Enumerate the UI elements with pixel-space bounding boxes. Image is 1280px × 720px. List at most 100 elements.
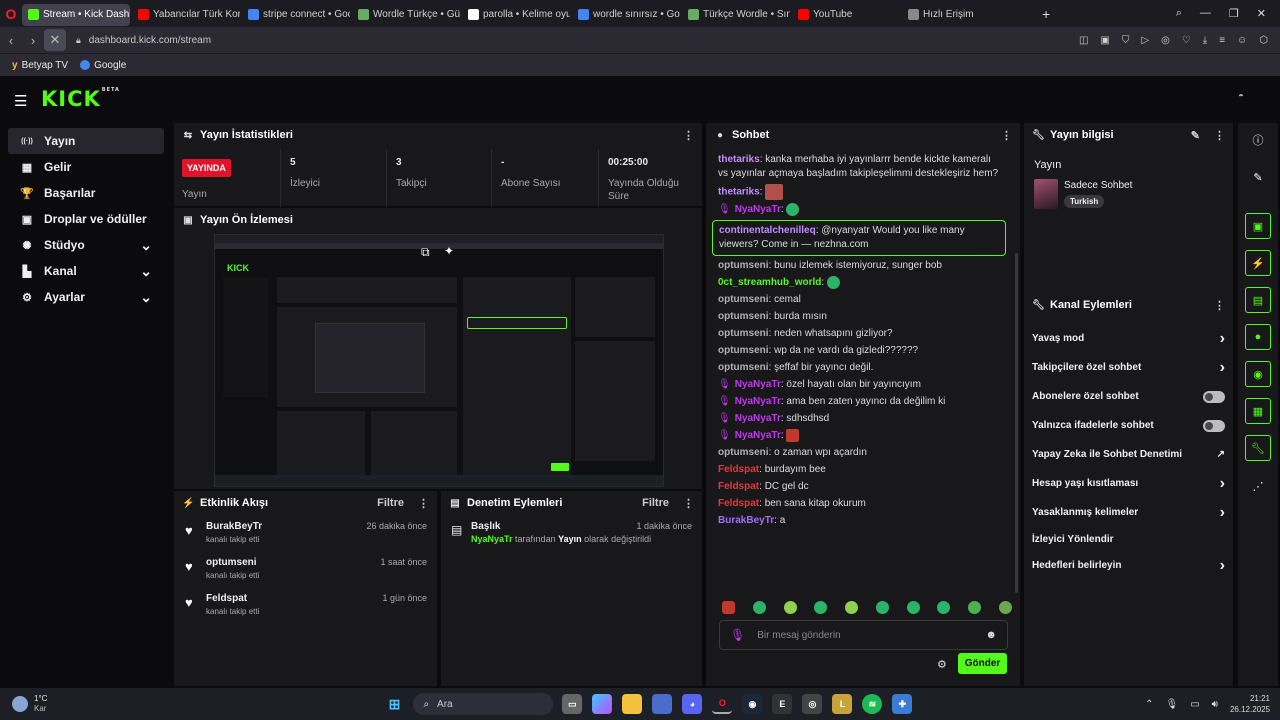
edit-icon[interactable]: ✎	[1191, 129, 1200, 142]
bookmark-google[interactable]: Google	[80, 60, 126, 71]
chat-username[interactable]: continentalchenilleq	[719, 225, 816, 236]
share-icon[interactable]: ⋰	[1245, 473, 1271, 499]
camera-icon[interactable]: ▣	[1100, 35, 1109, 46]
tag-pill[interactable]: Turkish	[1064, 195, 1105, 208]
chat-input[interactable]: 🎙︎ Bir mesaj gönderin ☻	[719, 620, 1008, 650]
heart-icon[interactable]: ♡	[1182, 35, 1191, 46]
more-options-icon[interactable]: ⋮	[1214, 129, 1225, 142]
vpn-icon[interactable]: ◎	[1161, 35, 1170, 46]
info-icon[interactable]: ⓘ	[1245, 127, 1271, 153]
edit-rail-icon[interactable]: ✎	[1245, 164, 1271, 190]
browser-tab[interactable]: Stream • Kick Dashbo	[22, 3, 130, 26]
chat-username[interactable]: Feldspat	[718, 464, 759, 475]
channel-action-item[interactable]: Yasaklanmış kelimeler ›	[1024, 498, 1233, 527]
more-options-icon[interactable]: ⋮	[683, 129, 694, 142]
chat-username[interactable]: NyaNyaTr	[735, 379, 781, 390]
filter-button[interactable]: Filtre	[377, 497, 404, 509]
toggle-switch[interactable]	[1203, 419, 1225, 432]
profile-icon[interactable]: ☺	[1237, 35, 1247, 46]
channel-action-item[interactable]: Takipçilere özel sohbet ›	[1024, 353, 1233, 382]
chat-scrollbar[interactable]	[1015, 253, 1018, 593]
emote-icon[interactable]	[937, 601, 951, 614]
emoji-picker-icon[interactable]: ☻	[985, 629, 997, 641]
maximize-button[interactable]: ❐	[1229, 7, 1239, 20]
emote-icon[interactable]	[845, 601, 859, 614]
clock[interactable]: 21:21 26.12.2025	[1230, 693, 1270, 715]
chat-username[interactable]: optumseni	[718, 294, 769, 305]
download-icon[interactable]: ⤓	[1203, 35, 1207, 46]
more-options-icon[interactable]: ⋮	[418, 497, 429, 510]
screenshot-icon[interactable]: ◫	[1079, 35, 1088, 46]
bookmark-betyap[interactable]: y Betyap TV	[12, 60, 68, 71]
chat-username[interactable]: 0ct_streamhub_world	[718, 277, 821, 288]
channel-action-item[interactable]: Yavaş mod ›	[1024, 324, 1233, 353]
browser-tab[interactable]: Türkçe Wordle • Sınırsız O	[682, 4, 790, 26]
volume-icon[interactable]: 🔊︎	[1212, 699, 1218, 710]
emote-icon[interactable]	[968, 601, 982, 614]
opera-logo-icon[interactable]: O	[0, 3, 22, 25]
reload-button[interactable]: ✕	[44, 29, 66, 51]
more-options-icon[interactable]: ⋮	[683, 497, 694, 510]
more-options-icon[interactable]: ⋮	[1214, 299, 1225, 312]
filter-button[interactable]: Filtre	[642, 497, 669, 509]
new-tab-button[interactable]: +	[1042, 6, 1050, 22]
emote-icon[interactable]	[998, 601, 1012, 614]
browser-tab[interactable]: Hızlı Erişim	[902, 4, 1032, 26]
lightning-icon[interactable]: ⚡	[1245, 250, 1271, 276]
epic-games-icon[interactable]: E	[772, 694, 793, 714]
chat-username[interactable]: optumseni	[718, 345, 769, 356]
browser-tab[interactable]: parolla • Kelime oyunu. G	[462, 4, 570, 26]
channel-action-item[interactable]: İzleyici Yönlendir	[1024, 527, 1233, 551]
sidebar-item-kanal[interactable]: ▙ Kanal ⌄	[8, 258, 164, 284]
opera-taskbar-icon[interactable]: O	[712, 694, 733, 714]
broadcast-rail-icon[interactable]: ◉	[1245, 361, 1271, 387]
capture-icon[interactable]: ▣	[1245, 213, 1271, 239]
sparkle-icon[interactable]: ✦	[444, 244, 454, 258]
emote-icon[interactable]	[722, 601, 735, 614]
weather-widget[interactable]: 1°C Kar	[12, 694, 47, 714]
channel-action-item[interactable]: Hesap yaşı kısıtlaması ›	[1024, 469, 1233, 498]
emote-icon[interactable]	[875, 601, 889, 614]
hamburger-menu-icon[interactable]: ☰	[14, 92, 27, 110]
taskbar-search[interactable]: ⌕ Ara	[413, 693, 554, 715]
more-options-icon[interactable]: ⋮	[1001, 129, 1012, 142]
chat-username[interactable]: optumseni	[718, 311, 769, 322]
channel-action-item[interactable]: Abonelere özel sohbet	[1024, 382, 1233, 411]
task-view-icon[interactable]: ▭	[562, 694, 583, 714]
sidebar-item-başarılar[interactable]: 🏆 Başarılar	[8, 180, 164, 206]
channel-action-item[interactable]: Yalnızca ifadelerle sohbet	[1024, 411, 1233, 440]
emote-icon[interactable]	[906, 601, 920, 614]
chat-username[interactable]: Feldspat	[718, 498, 759, 509]
user-avatar[interactable]: ◓	[1233, 91, 1249, 107]
play-icon[interactable]: ▷	[1141, 35, 1149, 46]
microphone-icon[interactable]: 🎙︎	[730, 628, 745, 642]
browser-tab[interactable]: YouTube	[792, 4, 900, 26]
tools-icon[interactable]: 🔧︎	[1245, 435, 1271, 461]
chat-username[interactable]: thetariks	[718, 154, 760, 165]
shield-icon[interactable]: ⛉	[1122, 35, 1130, 46]
windows-start-icon[interactable]: ⊞	[384, 694, 404, 714]
discord-icon[interactable]: ◕	[682, 694, 703, 714]
extension-icon[interactable]: ⬡	[1259, 35, 1268, 46]
chat-username[interactable]: Feldspat	[718, 481, 759, 492]
spotify-icon[interactable]: ≋	[862, 694, 883, 714]
close-window-button[interactable]: ✕	[1257, 7, 1266, 20]
browser-tab[interactable]: Yabancılar Türk Korku Film	[132, 4, 240, 26]
chat-username[interactable]: BurakBeyTr	[718, 515, 774, 526]
sidebar-item-droplar-ve-ödüller[interactable]: ▣ Droplar ve ödüller	[8, 206, 164, 232]
file-explorer-icon[interactable]	[622, 694, 643, 714]
app-icon[interactable]: ◎	[802, 694, 823, 714]
layout-icon[interactable]: ▦	[1245, 398, 1271, 424]
notes-icon[interactable]: ▤	[1245, 287, 1271, 313]
chat-username[interactable]: NyaNyaTr	[735, 413, 781, 424]
chat-rail-icon[interactable]: ●	[1245, 324, 1271, 350]
app-icon-2[interactable]: L	[832, 694, 853, 714]
microphone-tray-icon[interactable]: 🎙︎	[1165, 699, 1178, 710]
chevron-up-icon[interactable]: ⌃	[1145, 699, 1153, 710]
app-icon-3[interactable]: ✚	[892, 694, 913, 714]
menu-icon[interactable]: ≡	[1219, 35, 1225, 46]
sidebar-item-gelir[interactable]: ▦ Gelir	[8, 154, 164, 180]
channel-action-item[interactable]: Hedefleri belirleyin ›	[1024, 551, 1233, 580]
moderation-user[interactable]: NyaNyaTr	[471, 534, 513, 544]
browser-tab[interactable]: wordle sınırsız • Google'd	[572, 4, 680, 26]
